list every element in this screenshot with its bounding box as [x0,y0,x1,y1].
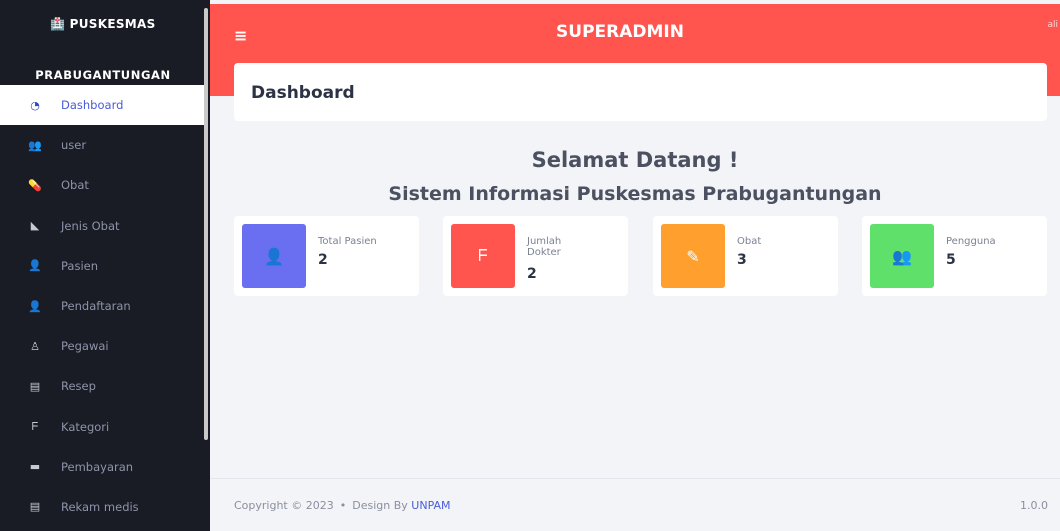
stethoscope-icon: ᖴ [31,419,39,433]
stat-label: Total Pasien [318,236,377,247]
sidebar-item-pendaftaran[interactable]: 👤 Pendaftaran [0,286,206,326]
hospital-icon: 🏥 [50,17,66,31]
stat-value: 3 [737,252,747,268]
footer-copyright: Copyright © 2023 • Design By UNPAM [234,499,451,512]
user-menu[interactable]: ali [1047,20,1058,30]
sidebar-item-pasien[interactable]: 👤 Pasien [0,246,206,286]
sidebar-scrollbar[interactable] [204,8,208,440]
footer: Copyright © 2023 • Design By UNPAM 1.0.0 [210,478,1060,531]
stat-value: 5 [946,252,956,268]
stat-label: Jumlah Dokter [527,236,562,258]
sidebar-item-user[interactable]: 👥 user [0,125,206,165]
sidebar-item-label: Resep [61,379,96,394]
sidebar-item-label: Pembayaran [61,459,134,474]
stat-label: Obat [737,236,762,247]
eyedropper-icon: ✎ [661,224,725,288]
sidebar-item-obat[interactable]: 💊 Obat [0,165,206,205]
brand-title-text: PUSKESMAS [69,17,156,31]
welcome-subtitle: Sistem Informasi Puskesmas Prabugantunga… [388,183,882,205]
tachometer-icon: ◔ [30,98,40,112]
sidebar-item-dashboard[interactable]: ◔ Dashboard [0,85,206,126]
sidebar-item-resep[interactable]: ▤ Resep [0,366,206,406]
stat-card-jumlah-dokter[interactable]: ᖴ Jumlah Dokter 2 [443,216,628,296]
sidebar-item-label: Pegawai [61,339,109,354]
copyright-text: Copyright © 2023 [234,499,334,512]
sidebar-menu: ◔ Dashboard 👥 user 💊 Obat ◣ Jenis Obat 👤… [0,85,206,527]
sidebar-item-label: Jenis Obat [61,218,120,233]
sidebar-item-label: user [61,138,87,153]
sidebar-item-label: Kategori [61,419,110,434]
brand-title[interactable]: 🏥 PUSKESMAS [0,17,206,31]
stat-value: 2 [527,266,537,282]
page-title: Dashboard [251,83,355,103]
sidebar: 🏥 PUSKESMAS PRABUGANTUNGAN ◔ Dashboard 👥 … [0,0,210,531]
sidebar-item-label: Obat [61,178,89,193]
sidebar-item-label: Pendaftaran [61,299,131,314]
money-icon: ▬ [29,460,41,474]
user-shield-icon: 👤 [28,259,42,273]
sidebar-item-kategori[interactable]: ᖴ Kategori [0,407,206,447]
stat-card-obat[interactable]: ✎ Obat 3 [653,216,838,296]
user-shield-icon: 👤 [242,224,306,288]
sidebar-item-label: Rekam medis [61,499,139,514]
user-tie-icon: ♙ [30,339,40,353]
file-medical-icon: ▤ [29,500,41,514]
sidebar-item-jenis-obat[interactable]: ◣ Jenis Obat [0,206,206,246]
stat-card-pengguna[interactable]: 👥 Pengguna 5 [862,216,1047,296]
design-by-text: Design By [352,499,408,512]
users-icon: 👥 [870,224,934,288]
mortar-icon: ◣ [30,219,40,233]
pills-icon: 💊 [28,178,42,192]
topbar-title: SUPERADMIN [556,22,684,42]
sidebar-item-pembayaran[interactable]: ▬ Pembayaran [0,447,206,487]
welcome-title: Selamat Datang ! [531,148,739,172]
stat-label: Pengguna [946,236,996,247]
separator-dot: • [339,499,347,512]
main-content: ≡ SUPERADMIN ali Dashboard Selamat Datan… [210,0,1060,531]
sidebar-item-label: Dashboard [61,98,124,113]
brand-subtitle: PRABUGANTUNGAN [35,68,171,82]
sidebar-item-pegawai[interactable]: ♙ Pegawai [0,326,206,366]
stat-value: 2 [318,252,328,268]
users-icon: 👥 [28,138,42,152]
sidebar-item-label: Pasien [61,258,99,273]
file-icon: ▤ [29,379,41,393]
sidebar-item-rekam-medis[interactable]: ▤ Rekam medis [0,487,206,527]
user-plus-icon: 👤 [28,299,42,313]
design-link[interactable]: UNPAM [411,499,450,512]
app-version: 1.0.0 [1020,499,1048,512]
stethoscope-icon: ᖴ [451,224,515,288]
stat-card-total-pasien[interactable]: 👤 Total Pasien 2 [234,216,419,296]
page-header-card: Dashboard [234,63,1047,121]
